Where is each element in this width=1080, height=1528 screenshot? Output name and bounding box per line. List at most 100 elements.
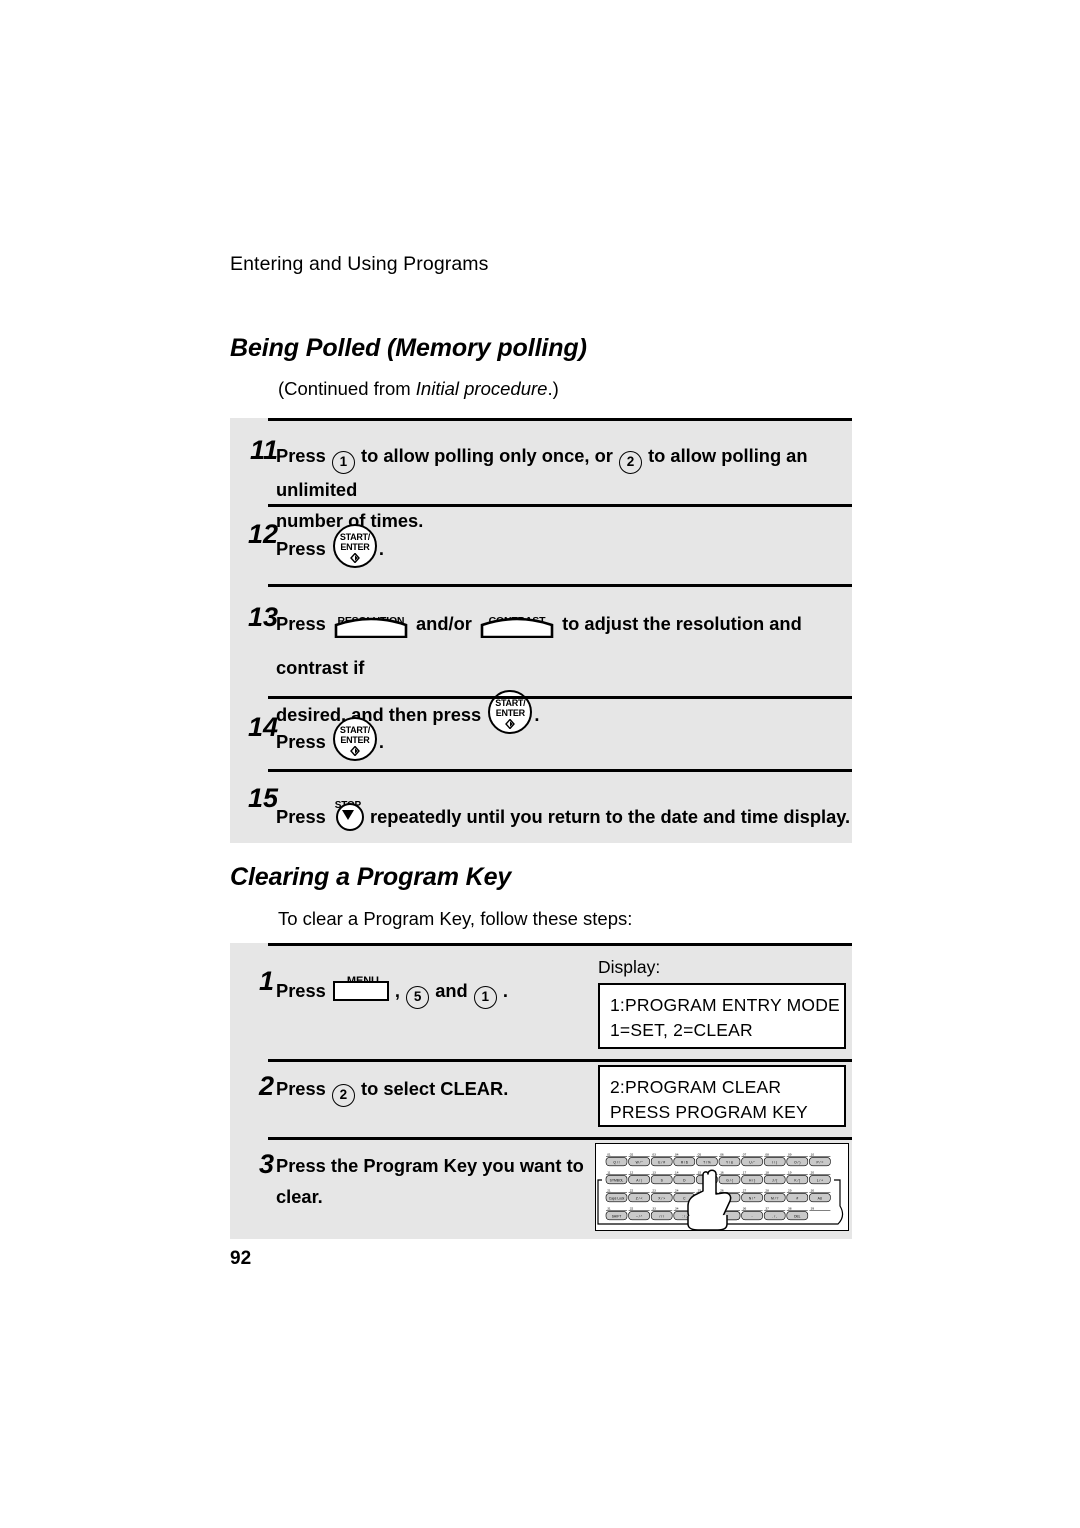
step-number: 1 [258, 966, 274, 996]
svg-text:37: 37 [765, 1206, 769, 1210]
manual-page: Entering and Using Programs Being Polled… [0, 0, 1080, 1528]
svg-text:Y / &: Y / & [726, 1160, 734, 1164]
key-1-icon: 1 [331, 451, 355, 474]
svg-text:02: 02 [630, 1152, 634, 1156]
step-text-part: , [394, 980, 400, 1001]
svg-text:A / |: A / | [636, 1178, 642, 1182]
svg-text:. / ,: . / , [772, 1214, 777, 1218]
svg-text:28: 28 [765, 1188, 769, 1192]
step-divider [268, 769, 852, 772]
svg-text:34: 34 [675, 1206, 679, 1210]
svg-text:~ / ^: ~ / ^ [636, 1214, 643, 1218]
lcd-line: 1:PROGRAM ENTRY MODE [610, 995, 840, 1015]
svg-text:05: 05 [698, 1152, 702, 1156]
step-number: 11 [249, 435, 278, 465]
svg-text:21: 21 [607, 1188, 611, 1192]
svg-text:/ / \: / / \ [659, 1214, 664, 1218]
key-2-icon: 2 [331, 1084, 355, 1107]
svg-text:30: 30 [811, 1188, 815, 1192]
svg-text:DEL: DEL [794, 1214, 801, 1218]
stop-triangle-icon [341, 810, 354, 820]
step-text: Press MENU , 5 and 1 . [276, 967, 596, 1009]
step-divider [268, 1059, 852, 1062]
svg-text:U / ': U / ' [749, 1160, 755, 1164]
svg-text:W / ": W / " [636, 1160, 644, 1164]
svg-text:31: 31 [607, 1206, 611, 1210]
svg-text:X / >: X / > [658, 1196, 665, 1200]
svg-text:T / %: T / % [703, 1160, 711, 1164]
section-heading-being-polled: Being Polled (Memory polling) [230, 334, 587, 362]
step-divider [268, 1137, 852, 1140]
display-label: Display: [598, 957, 661, 977]
svg-text:20: 20 [811, 1170, 815, 1174]
page-number: 92 [230, 1248, 252, 1269]
svg-text:09: 09 [788, 1152, 792, 1156]
step-divider [268, 696, 852, 699]
svg-text:SHIFT: SHIFT [612, 1214, 622, 1218]
step-text-part: Press [276, 613, 326, 634]
steps-panel-polling: 11 Press 1 to allow polling only once, o… [230, 418, 852, 843]
svg-text:J / [: J / [ [772, 1178, 777, 1182]
step-text-part: Press the Program Key you want to [276, 1155, 584, 1176]
svg-text:SYMBOL: SYMBOL [610, 1178, 624, 1182]
start-enter-line2: ENTER [340, 735, 370, 745]
step-number: 14 [247, 712, 278, 742]
svg-text:G / {: G / { [726, 1178, 733, 1182]
svg-text:13: 13 [652, 1170, 656, 1174]
step-divider [268, 418, 852, 421]
step-text: Press 1 to allow polling only once, or 2… [276, 440, 846, 536]
program-key-keyboard-figure: 01 Q / ! 02 W / " 03 E / # 04 R / $ 05 T / % 06 Y /… [595, 1143, 849, 1231]
svg-text:03: 03 [652, 1152, 656, 1156]
svg-text:16: 16 [720, 1170, 724, 1174]
svg-text:M / ?: M / ? [771, 1196, 778, 1200]
key-2-icon: 2 [618, 451, 642, 474]
svg-text:H / }: H / } [749, 1178, 756, 1182]
continued-from-note: (Continued from Initial procedure.) [278, 378, 559, 400]
clearing-intro-text: To clear a Program Key, follow these ste… [278, 908, 633, 929]
section-heading-clearing-program-key: Clearing a Program Key [230, 863, 512, 891]
trapezoid-shape [334, 617, 408, 638]
step-text-part: and [435, 980, 468, 1001]
svg-text:01: 01 [607, 1152, 611, 1156]
svg-text:N / *: N / * [749, 1196, 756, 1200]
svg-text:Caps Lock: Caps Lock [609, 1196, 625, 1200]
svg-text:32: 32 [630, 1206, 634, 1210]
start-diamond-icon [349, 553, 360, 563]
start-enter-button-icon: START/ ENTER [332, 717, 377, 761]
svg-text:08: 08 [765, 1152, 769, 1156]
step-text-part: and/or [416, 613, 472, 634]
step-text: Press START/ ENTER . [276, 717, 846, 761]
step-text-part: . [502, 980, 508, 1001]
step-text-part: Press [276, 731, 326, 752]
svg-text:06: 06 [720, 1152, 724, 1156]
keyboard-illustration: 01Q / ! 02W / " 03E / # 04R / $ 05T / % 06Y /… [597, 1152, 844, 1231]
svg-text:14: 14 [675, 1170, 679, 1174]
svg-text:12: 12 [630, 1170, 634, 1174]
svg-text:AU: AU [818, 1196, 823, 1200]
step-text: Press START/ ENTER . [276, 524, 846, 568]
step-number: 3 [258, 1149, 274, 1179]
step-divider [268, 584, 852, 587]
step-text-part: . [378, 731, 384, 752]
step-text: Press STOP repeatedly until you return t… [276, 790, 856, 832]
lcd-display-step-2: 2:PROGRAM CLEAR PRESS PROGRAM KEY [598, 1065, 846, 1127]
start-enter-line1: START/ [339, 532, 370, 542]
continued-prefix: (Continued from [278, 378, 416, 399]
menu-button-shape [332, 981, 389, 1001]
step-text-part: Press [276, 538, 326, 559]
step-text-part: Press [276, 980, 326, 1001]
step-number: 15 [247, 783, 278, 813]
lcd-line: PRESS PROGRAM KEY [610, 1102, 808, 1122]
continued-italic: Initial procedure [415, 378, 548, 399]
start-diamond-icon [349, 746, 360, 756]
svg-text:18: 18 [765, 1170, 769, 1174]
lcd-line: 1=SET, 2=CLEAR [610, 1020, 753, 1040]
step-text-part: Press [276, 1078, 326, 1099]
start-enter-line1: START/ [339, 725, 370, 735]
step-divider [268, 504, 852, 507]
trapezoid-shape [480, 617, 554, 638]
svg-text:E / #: E / # [658, 1160, 665, 1164]
start-enter-line1: START/ [495, 698, 526, 708]
key-5-icon: 5 [406, 986, 430, 1009]
menu-button-icon: MENU [332, 967, 393, 1005]
